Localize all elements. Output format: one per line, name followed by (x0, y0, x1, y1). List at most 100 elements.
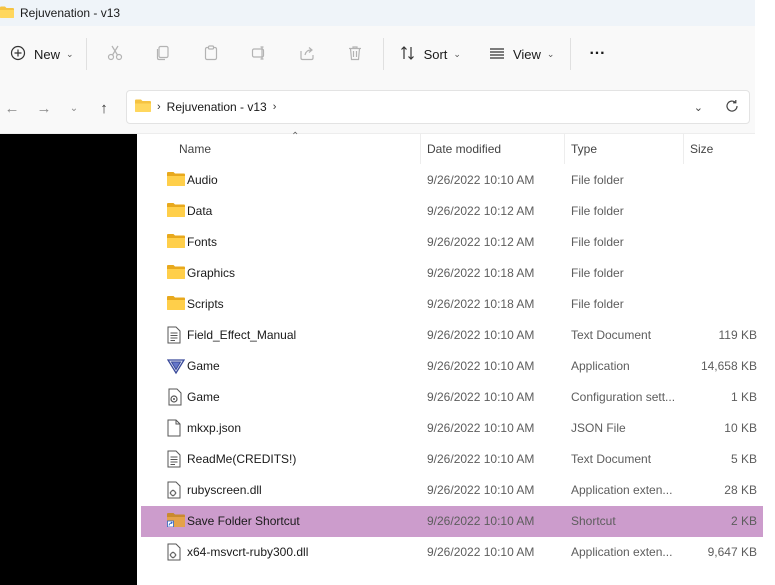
table-row[interactable]: Field_Effect_Manual 9/26/2022 10:10 AM Tex… (141, 320, 763, 351)
table-row[interactable]: mkxp.json 9/26/2022 10:10 AM JSON File 10 K… (141, 413, 763, 444)
share-icon (299, 45, 315, 64)
column-header-date[interactable]: Date modified (427, 142, 501, 156)
rename-button[interactable] (235, 38, 283, 70)
file-type: Configuration sett... (571, 390, 676, 404)
new-button-label: New (34, 46, 61, 62)
file-size: 5 KB (730, 452, 757, 466)
column-header-name[interactable]: Name (179, 142, 211, 156)
application-icon (166, 357, 186, 375)
folder-shortcut-icon (167, 512, 185, 530)
sort-button-label: Sort (423, 46, 448, 62)
window-title: Rejuvenation - v13 (20, 6, 121, 20)
file-date-modified: 9/26/2022 10:10 AM (427, 514, 535, 528)
column-header-type[interactable]: Type (571, 142, 597, 156)
dll-file-icon (167, 543, 185, 561)
file-name: x64-msvcrt-ruby300.dll (187, 545, 309, 559)
table-row[interactable]: ReadMe(CREDITS!) 9/26/2022 10:10 AM Text D… (141, 444, 763, 475)
file-name: Game (187, 390, 220, 404)
forward-button[interactable]: → (32, 96, 56, 120)
cut-button[interactable] (91, 38, 139, 70)
table-row[interactable]: Graphics 9/26/2022 10:18 AM File folder (141, 258, 763, 289)
share-button[interactable] (283, 38, 331, 70)
breadcrumb-separator[interactable]: › (157, 101, 161, 113)
more-options-label: ··· (589, 45, 606, 62)
scissors-icon (107, 45, 123, 64)
column-divider[interactable] (683, 134, 684, 164)
folder-icon (167, 202, 185, 220)
recent-locations-button[interactable]: ⌄ (62, 96, 86, 120)
column-divider[interactable] (564, 134, 565, 164)
table-row[interactable]: Data 9/26/2022 10:12 AM File folder (141, 196, 763, 227)
trash-icon (347, 45, 363, 64)
sort-icon (400, 45, 416, 64)
file-type: JSON File (571, 421, 626, 435)
new-button[interactable]: New ⌄ (2, 38, 82, 70)
refresh-icon[interactable] (725, 99, 739, 116)
view-list-icon (489, 45, 505, 64)
address-bar-actions: ⌄ (694, 91, 749, 123)
file-name: mkxp.json (187, 421, 242, 435)
file-type: File folder (571, 266, 624, 280)
table-row[interactable]: Scripts 9/26/2022 10:18 AM File folder (141, 289, 763, 320)
file-date-modified: 9/26/2022 10:18 AM (427, 266, 535, 280)
view-button[interactable]: View ⌄ (481, 38, 563, 70)
file-date-modified: 9/26/2022 10:10 AM (427, 483, 535, 497)
folder-icon (167, 171, 185, 189)
blank-file-icon (167, 419, 185, 437)
up-button[interactable]: ↑ (92, 96, 116, 120)
file-size: 2 KB (730, 514, 757, 528)
file-type: File folder (571, 204, 624, 218)
table-row[interactable]: rubyscreen.dll 9/26/2022 10:10 AM Applicat… (141, 475, 763, 506)
file-name: Graphics (187, 266, 236, 280)
folder-icon (0, 6, 14, 21)
folder-icon (167, 233, 185, 251)
rename-icon (251, 45, 267, 64)
breadcrumb-separator[interactable]: › (273, 101, 277, 113)
file-type: File folder (571, 297, 624, 311)
sort-ascending-icon: ⌃ (291, 131, 300, 142)
table-row[interactable]: Game 9/26/2022 10:10 AM Application 14,658 … (141, 351, 763, 382)
address-bar[interactable]: › Rejuvenation - v13 › ⌄ (126, 90, 750, 124)
copy-button[interactable] (139, 38, 187, 70)
table-row[interactable]: x64-msvcrt-ruby300.dll 9/26/2022 10:10 AM… (141, 537, 763, 568)
more-options-button[interactable]: ··· (581, 38, 613, 70)
back-button[interactable]: ← (0, 96, 24, 120)
view-button-label: View (512, 46, 541, 62)
file-date-modified: 9/26/2022 10:10 AM (427, 359, 535, 373)
table-row-selected[interactable]: Save Folder Shortcut 9/26/2022 10:10 AM Sh… (141, 506, 763, 537)
file-date-modified: 9/26/2022 10:18 AM (427, 297, 535, 311)
breadcrumb-rejuvenation[interactable]: Rejuvenation - v13 (167, 100, 267, 114)
file-name: Scripts (187, 297, 224, 311)
table-row[interactable]: Game 9/26/2022 10:10 AM Configuration sett… (141, 382, 763, 413)
paste-button[interactable] (187, 38, 235, 70)
file-date-modified: 9/26/2022 10:12 AM (427, 204, 535, 218)
file-type: Application (571, 359, 630, 373)
file-name: Audio (187, 173, 218, 187)
column-divider[interactable] (420, 134, 421, 164)
file-type: Text Document (571, 328, 652, 342)
file-type: Application exten... (571, 483, 673, 497)
file-size: 28 KB (724, 483, 757, 497)
text-document-icon (167, 326, 185, 344)
table-row[interactable]: Audio 9/26/2022 10:10 AM File folder (141, 165, 763, 196)
table-row[interactable]: Fonts 9/26/2022 10:12 AM File folder (141, 227, 763, 258)
sort-button[interactable]: Sort ⌄ (392, 38, 469, 70)
chevron-down-icon: ⌄ (453, 48, 461, 59)
file-name: Fonts (187, 235, 218, 249)
folder-icon (135, 99, 151, 115)
chevron-down-icon: ⌄ (546, 48, 555, 59)
arrow-right-icon: → (36, 99, 52, 117)
clipboard-icon (203, 44, 219, 64)
column-header-size[interactable]: Size (690, 142, 713, 156)
file-name: rubyscreen.dll (187, 483, 262, 497)
delete-button[interactable] (331, 38, 379, 70)
file-date-modified: 9/26/2022 10:10 AM (427, 328, 535, 342)
file-date-modified: 9/26/2022 10:10 AM (427, 421, 535, 435)
folder-icon (167, 264, 185, 282)
file-type: File folder (571, 173, 624, 187)
chevron-down-icon[interactable]: ⌄ (694, 101, 703, 114)
file-type: Shortcut (571, 514, 616, 528)
file-name: Field_Effect_Manual (187, 328, 297, 342)
command-bar: New ⌄ Sort ⌄ View ⌄ ··· (0, 26, 755, 82)
copy-icon (155, 45, 171, 64)
